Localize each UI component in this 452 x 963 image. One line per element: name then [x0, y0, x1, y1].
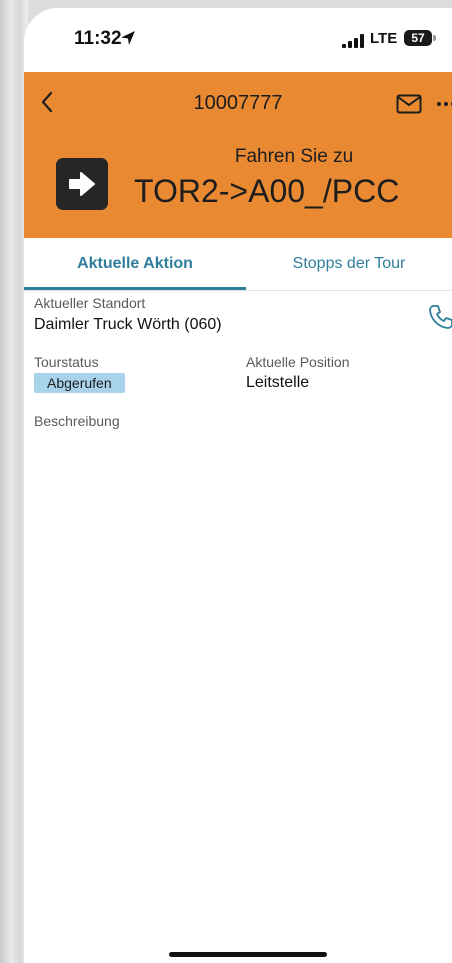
- phone-icon[interactable]: [428, 304, 452, 330]
- signal-icon: [342, 34, 364, 48]
- direction-indicator: [56, 158, 108, 210]
- mail-icon[interactable]: [396, 94, 422, 114]
- tour-header: 10007777 Fahren Sie zu TOR2->A00_/PCC: [24, 72, 452, 238]
- destination-text: TOR2->A00_/PCC: [134, 173, 400, 209]
- current-position-value: Leitstelle: [246, 374, 310, 391]
- more-icon[interactable]: [436, 100, 452, 108]
- tab-tour-stops[interactable]: Stopps der Tour: [246, 238, 452, 290]
- current-location-value: Daimler Truck Wörth (060): [34, 316, 222, 333]
- tour-number: 10007777: [193, 92, 283, 114]
- battery-tip: [433, 35, 436, 41]
- tab-bar: Aktuelle Aktion Stopps der Tour: [24, 238, 452, 291]
- network-type: LTE: [370, 30, 398, 47]
- phone-screen: 11:32 LTE 57 10007777 Fahren Sie zu TOR2…: [24, 8, 452, 963]
- instruction-text: Fahren Sie zu: [234, 146, 354, 167]
- status-time: 11:32: [74, 28, 122, 49]
- battery-indicator: 57: [404, 30, 432, 46]
- status-badge: Abgerufen: [34, 373, 125, 393]
- home-indicator[interactable]: [169, 952, 327, 957]
- active-tab-indicator: [24, 287, 246, 290]
- current-position-label: Aktuelle Position: [246, 354, 350, 370]
- description-label: Beschreibung: [34, 413, 120, 429]
- status-bar: 11:32 LTE 57: [24, 8, 452, 72]
- tab-current-action[interactable]: Aktuelle Aktion: [24, 238, 246, 290]
- arrow-right-icon: [69, 172, 95, 196]
- current-location-label: Aktueller Standort: [34, 295, 146, 311]
- tour-status-label: Tourstatus: [34, 354, 99, 370]
- location-arrow-icon: [121, 31, 135, 45]
